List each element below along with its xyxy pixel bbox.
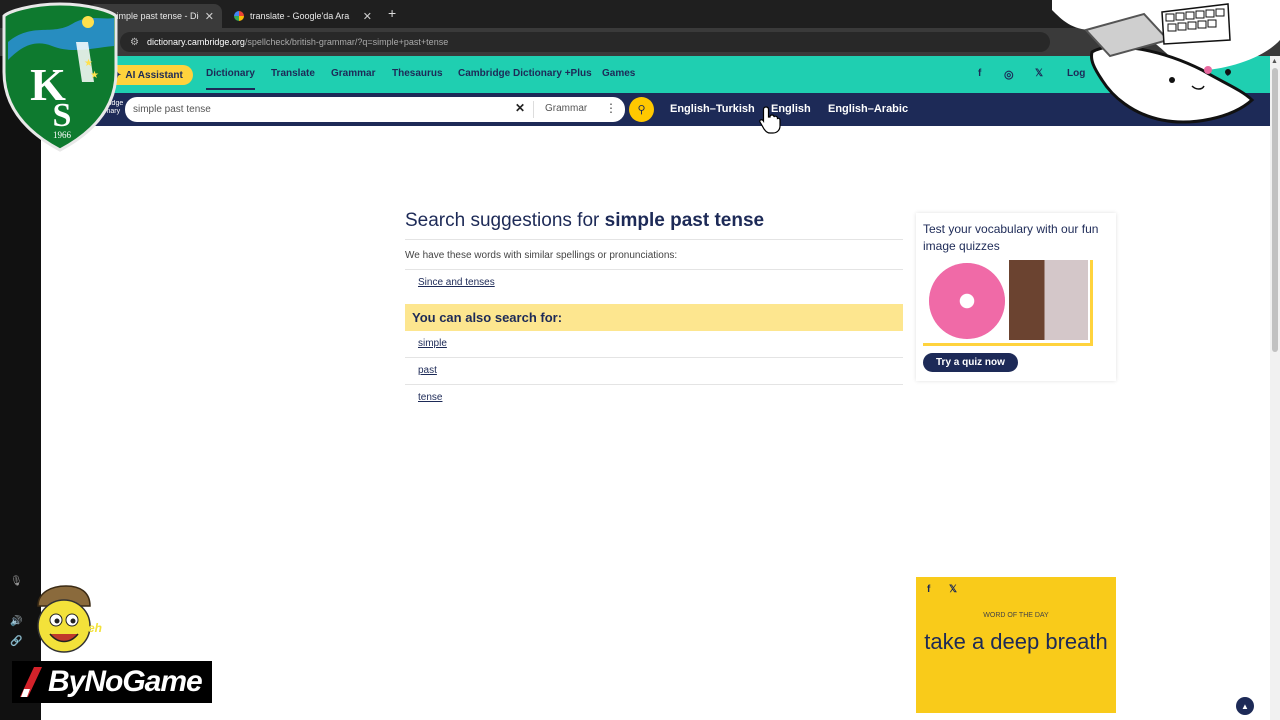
clear-icon[interactable]: ✕ xyxy=(515,101,525,115)
ai-assistant-label: AI Assistant xyxy=(125,69,183,81)
close-tab-icon[interactable]: ✕ xyxy=(205,10,214,23)
bynogame-text: ByNoGame xyxy=(48,665,203,698)
list-item: simple xyxy=(405,331,903,358)
bynogame-banner: ByNoGame xyxy=(12,661,212,703)
search-results: Search suggestions for simple past tense… xyxy=(405,210,903,411)
svg-text:★: ★ xyxy=(90,70,99,81)
milkshake-image xyxy=(1009,260,1088,340)
close-tab-icon[interactable]: ✕ xyxy=(363,10,372,23)
chevron-up-icon: ▲ xyxy=(1241,701,1249,711)
query-term: simple past tense xyxy=(604,210,765,231)
url-path: /spellcheck/british-grammar/?q=simple+pa… xyxy=(244,37,449,47)
web-page: ✦ AI Assistant Dictionary Translate Gram… xyxy=(41,56,1270,720)
nav-thesaurus[interactable]: Thesaurus xyxy=(392,68,443,79)
more-vertical-icon[interactable]: ⋮ xyxy=(605,101,617,115)
club-logo: K S ★ ★ 1966 xyxy=(2,2,118,152)
page-title: Search suggestions for simple past tense xyxy=(405,210,903,240)
cat-sticker xyxy=(1052,0,1280,124)
also-search-heading: You can also search for: xyxy=(405,304,903,331)
facebook-icon[interactable]: f xyxy=(978,68,981,79)
suggestion-hint: We have these words with similar spellin… xyxy=(405,250,903,270)
title-prefix: Search suggestions for xyxy=(405,210,600,231)
list-item: past xyxy=(405,358,903,385)
instagram-icon[interactable]: ◎ xyxy=(1004,68,1014,81)
svg-text:S: S xyxy=(53,97,72,134)
scrollbar[interactable]: ▲ xyxy=(1270,56,1280,720)
word-of-the-day: f 𝕏 WORD OF THE DAY take a deep breath xyxy=(916,577,1116,713)
wotd-word[interactable]: take a deep breath xyxy=(916,625,1116,658)
dict-link-english-turkish[interactable]: English–Turkish xyxy=(670,103,755,115)
speaker-icon[interactable]: 🔊 xyxy=(10,616,22,627)
quiz-images[interactable] xyxy=(923,260,1093,346)
dictionary-select[interactable]: Grammar xyxy=(545,103,587,114)
nav-translate[interactable]: Translate xyxy=(271,68,315,79)
also-link-simple[interactable]: simple xyxy=(405,331,903,357)
site-settings-icon[interactable]: ⚙ xyxy=(130,37,139,48)
donut-image xyxy=(929,263,1005,339)
link-icon[interactable]: 🔗 xyxy=(10,636,22,647)
nav-plus[interactable]: Cambridge Dictionary +Plus xyxy=(458,68,592,79)
google-favicon-icon xyxy=(234,11,244,21)
svg-text:★: ★ xyxy=(84,58,93,69)
x-icon[interactable]: 𝕏 xyxy=(1035,68,1043,79)
list-item: tense xyxy=(405,385,903,411)
nav-games[interactable]: Games xyxy=(602,68,635,79)
search-icon: ⚲ xyxy=(637,104,646,116)
back-to-top-button[interactable]: ▲ xyxy=(1236,697,1254,715)
divider xyxy=(533,101,534,118)
svg-text:1966: 1966 xyxy=(53,130,72,140)
url-field[interactable]: ⚙ dictionary.cambridge.org/spellcheck/br… xyxy=(120,32,1050,52)
quiz-text: Test your vocabulary with our fun image … xyxy=(923,222,1099,253)
tab-google[interactable]: translate - Google'da Ara ✕ xyxy=(226,4,380,28)
mic-icon[interactable]: 🎙 xyxy=(10,576,23,587)
svg-text:eh: eh xyxy=(88,621,102,635)
url-host: dictionary.cambridge.org xyxy=(146,37,245,47)
nav-dictionary[interactable]: Dictionary xyxy=(206,68,255,90)
search-box: ✕ Grammar ⋮ xyxy=(125,97,625,122)
screen: simple past tense - Did you spell ✕ tran… xyxy=(0,0,1280,720)
ai-assistant-button[interactable]: ✦ AI Assistant xyxy=(105,65,193,85)
facebook-icon[interactable]: f xyxy=(927,584,930,595)
also-link-past[interactable]: past xyxy=(405,358,903,384)
nav-grammar[interactable]: Grammar xyxy=(331,68,375,79)
hand-cursor-icon xyxy=(759,106,781,134)
quiz-card: Test your vocabulary with our fun image … xyxy=(916,213,1116,381)
wotd-label: WORD OF THE DAY xyxy=(983,612,1049,619)
bynogame-logo-icon xyxy=(20,667,42,697)
mascot-sticker: eh xyxy=(37,585,102,653)
search-input[interactable] xyxy=(133,102,503,117)
search-button[interactable]: ⚲ xyxy=(629,97,654,122)
try-quiz-button[interactable]: Try a quiz now xyxy=(923,353,1018,372)
dict-link-english-arabic[interactable]: English–Arabic xyxy=(828,103,908,115)
also-link-tense[interactable]: tense xyxy=(405,385,903,411)
tab-title: translate - Google'da Ara xyxy=(250,11,350,21)
suggestion-link[interactable]: Since and tenses xyxy=(405,270,903,296)
x-icon[interactable]: 𝕏 xyxy=(949,584,957,595)
new-tab-icon[interactable]: + xyxy=(388,5,396,21)
tab-title: simple past tense - Did you spell xyxy=(112,11,199,21)
